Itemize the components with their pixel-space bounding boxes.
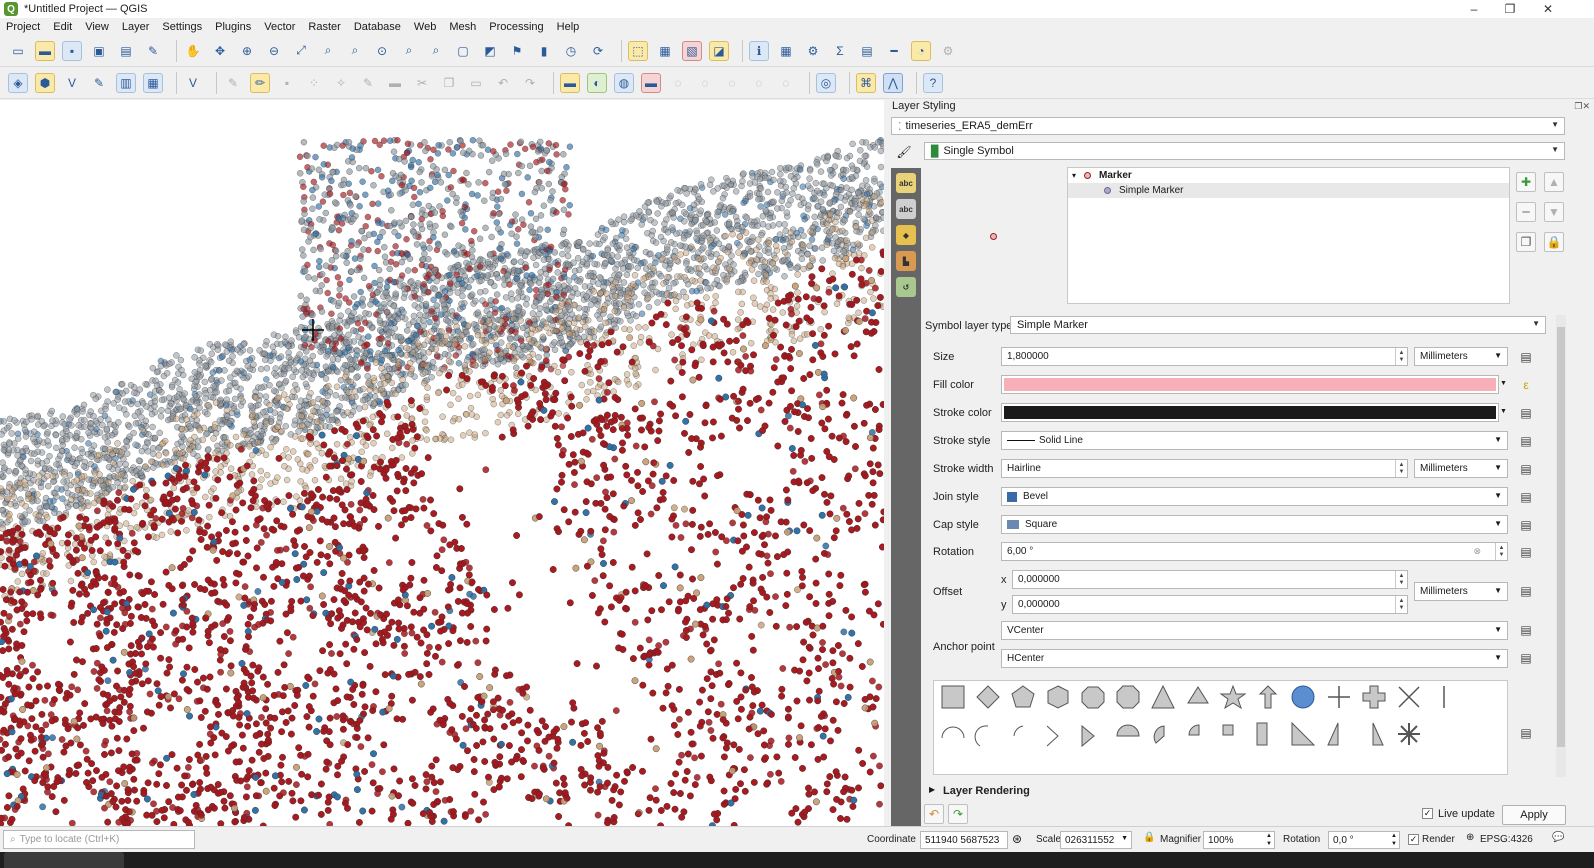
toolbar-separator [216, 71, 217, 94]
menu-processing[interactable]: Processing [489, 21, 543, 33]
help-icon[interactable]: ? [923, 72, 943, 93]
maximize-button[interactable]: ❐ [1492, 0, 1528, 18]
menu-database[interactable]: Database [354, 21, 401, 33]
deselect-icon[interactable]: ▧ [682, 40, 702, 61]
paste-features-icon[interactable]: ▭ [466, 73, 486, 93]
globe-icon[interactable]: ◎ [816, 72, 836, 93]
menu-project[interactable]: Project [6, 21, 40, 33]
new-map-view-icon[interactable]: ▢ [453, 41, 473, 61]
open-project-icon[interactable]: ▬ [35, 40, 55, 61]
zoom-last-icon[interactable]: ⌕ [399, 41, 419, 61]
toolbar-separator [849, 71, 850, 94]
new-3d-view-icon[interactable]: ◩ [480, 41, 500, 61]
open-attribute-table-icon[interactable]: ▦ [776, 41, 796, 61]
print-layout-icon[interactable]: ▤ [116, 41, 136, 61]
title-bar: Q *Untitled Project — QGIS – ❐ ✕ [0, 0, 1594, 18]
add-virtual-layer-icon[interactable]: V [183, 73, 203, 93]
close-button[interactable]: ✕ [1530, 0, 1566, 18]
toolbar-separator [742, 39, 743, 62]
change-label-icon[interactable]: ◌ [749, 73, 769, 93]
modify-attributes-icon[interactable]: ✎ [358, 73, 378, 93]
zoom-native-icon[interactable]: ⊙ [372, 41, 392, 61]
highlight-pinned-labels-icon[interactable]: ◍ [614, 72, 634, 93]
menu-layer[interactable]: Layer [122, 21, 150, 33]
move-label-icon[interactable]: ◌ [695, 73, 715, 93]
data-source-manager-icon[interactable]: ◈ [8, 72, 28, 93]
show-bookmarks-icon[interactable]: ▮ [534, 41, 554, 61]
cut-features-icon[interactable]: ✂ [412, 73, 432, 93]
processing-toolbox-icon[interactable]: ⚙ [803, 41, 823, 61]
toolbar-separator [621, 39, 622, 62]
timeseries-tool-icon[interactable]: ⋀ [883, 72, 903, 93]
rotate-label-icon[interactable]: ◌ [722, 73, 742, 93]
toolbar-separator [176, 71, 177, 94]
map-canvas[interactable] [0, 100, 884, 826]
toolbar-separator [176, 39, 177, 62]
toolbar-separator [553, 71, 554, 94]
toggle-editing-icon[interactable]: ✏ [250, 72, 270, 93]
annotation-icon[interactable]: ⚙ [938, 41, 958, 61]
menu-view[interactable]: View [85, 21, 109, 33]
minimize-button[interactable]: – [1456, 0, 1492, 18]
main-toolbar: ▭ ▬ ▪ ▣ ▤ ✎ ✋ ✥ ⊕ ⊖ ⤢ ⌕ ⌕ ⊙ ⌕ ⌕ ▢ ◩ ⚑ ▮ … [0, 35, 1594, 67]
select-by-value-icon[interactable]: ▦ [655, 41, 675, 61]
zoom-in-icon[interactable]: ⊕ [237, 41, 257, 61]
menu-edit[interactable]: Edit [53, 21, 72, 33]
menu-bar: Project Edit View Layer Settings Plugins… [0, 18, 1594, 35]
new-project-icon[interactable]: ▭ [8, 41, 28, 61]
menu-plugins[interactable]: Plugins [215, 21, 251, 33]
menu-vector[interactable]: Vector [264, 21, 295, 33]
layer-diagram-icon[interactable]: ◐ [587, 72, 607, 93]
refresh-icon[interactable]: ⟳ [588, 41, 608, 61]
redo-icon[interactable]: ↷ [520, 73, 540, 93]
add-raster-layer-icon[interactable]: ▦ [143, 72, 163, 93]
save-edits-icon[interactable]: ▪ [277, 73, 297, 93]
add-wms-layer-icon[interactable]: ▥ [116, 72, 136, 93]
zoom-full-icon[interactable]: ⤢ [291, 41, 311, 61]
zoom-out-icon[interactable]: ⊖ [264, 41, 284, 61]
menu-settings[interactable]: Settings [162, 21, 202, 33]
zoom-selection-icon[interactable]: ⌕ [318, 41, 338, 61]
vertex-tool-icon[interactable]: ✧ [331, 73, 351, 93]
menu-web[interactable]: Web [414, 21, 436, 33]
new-bookmark-icon[interactable]: ⚑ [507, 41, 527, 61]
identify-icon[interactable]: ℹ [749, 40, 769, 61]
statistical-summary-icon[interactable]: Σ [830, 41, 850, 61]
pan-icon[interactable]: ✋ [183, 41, 203, 61]
style-manager-icon[interactable]: ✎ [143, 41, 163, 61]
map-tips-icon[interactable]: ◔ [911, 40, 931, 61]
save-as-icon[interactable]: ▣ [89, 41, 109, 61]
qgis-logo-icon: Q [4, 2, 18, 16]
label-properties-icon[interactable]: ◌ [776, 73, 796, 93]
pan-to-selection-icon[interactable]: ✥ [210, 41, 230, 61]
toolbar-separator [809, 71, 810, 94]
save-project-icon[interactable]: ▪ [62, 40, 82, 61]
current-edits-icon[interactable]: ✎ [223, 73, 243, 93]
delete-selected-icon[interactable]: ▬ [385, 73, 405, 93]
add-feature-icon[interactable]: ⁘ [304, 73, 324, 93]
menu-raster[interactable]: Raster [308, 21, 340, 33]
python-console-icon[interactable]: ⌘ [856, 72, 876, 93]
add-vector-layer-icon[interactable]: V [62, 73, 82, 93]
select-features-icon[interactable]: ⬚ [628, 40, 648, 61]
pin-labels-icon[interactable]: ▬ [641, 72, 661, 93]
zoom-next-icon[interactable]: ⌕ [426, 41, 446, 61]
select-location-icon[interactable]: ◪ [709, 40, 729, 61]
zoom-layer-icon[interactable]: ⌕ [345, 41, 365, 61]
field-calculator-icon[interactable]: ▤ [857, 41, 877, 61]
measure-icon[interactable]: ━ [884, 41, 904, 61]
temporal-controller-icon[interactable]: ◷ [561, 41, 581, 61]
copy-features-icon[interactable]: ❐ [439, 73, 459, 93]
toolbar-separator [916, 71, 917, 94]
add-delimited-text-icon[interactable]: ✎ [89, 73, 109, 93]
label-toolbar-icon[interactable]: ▬ [560, 72, 580, 93]
menu-help[interactable]: Help [557, 21, 580, 33]
new-geopackage-icon[interactable]: ⬢ [35, 72, 55, 93]
show-hide-labels-icon[interactable]: ◌ [668, 73, 688, 93]
window-title: *Untitled Project — QGIS [24, 3, 148, 15]
undo-icon[interactable]: ↶ [493, 73, 513, 93]
layer-toolbar: ◈ ⬢ V ✎ ▥ ▦ V ✎ ✏ ▪ ⁘ ✧ ✎ ▬ ✂ ❐ ▭ ↶ ↷ ▬ … [0, 67, 1594, 99]
menu-mesh[interactable]: Mesh [449, 21, 476, 33]
